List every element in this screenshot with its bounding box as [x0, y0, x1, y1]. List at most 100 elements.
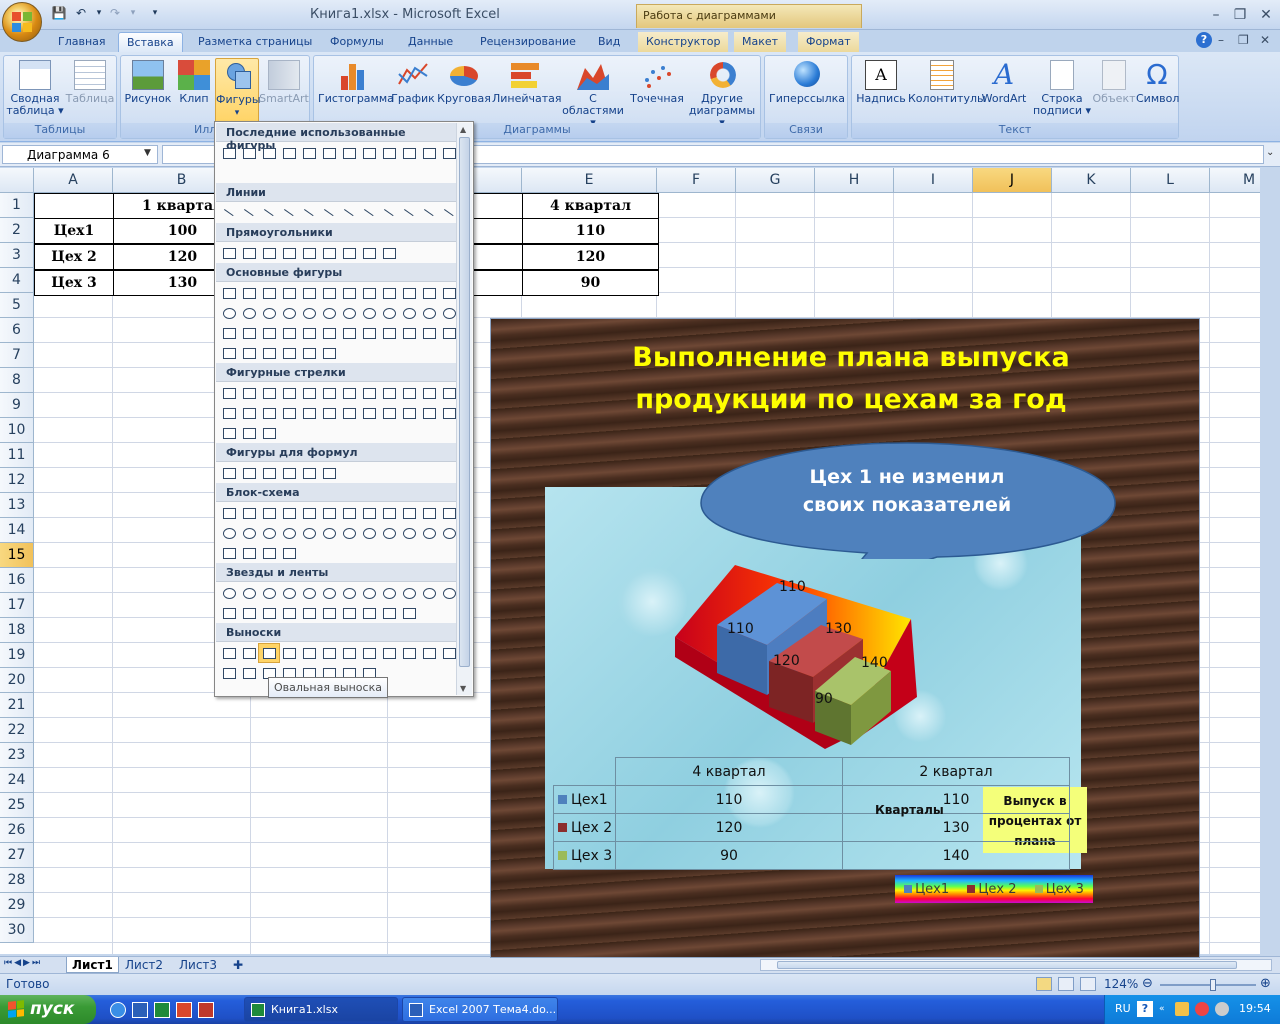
shape-option-icon[interactable] [359, 604, 379, 622]
shape-option-icon[interactable] [319, 404, 339, 422]
shape-option-icon[interactable] [419, 204, 439, 222]
shape-option-icon[interactable] [359, 644, 379, 662]
select-all-corner[interactable] [0, 168, 34, 193]
shape-option-icon[interactable] [359, 284, 379, 302]
shape-option-icon[interactable] [339, 584, 359, 602]
name-box-dropdown-icon[interactable]: ▼ [144, 148, 151, 158]
zoom-in-icon[interactable]: ⊕ [1260, 976, 1271, 991]
shape-option-icon[interactable] [339, 604, 359, 622]
ribbon-minimize-icon[interactable]: – [1218, 33, 1224, 47]
shape-option-icon[interactable] [359, 524, 379, 542]
tab-review[interactable]: Рецензирование [472, 32, 584, 52]
cell-e1[interactable]: 4 квартал [522, 193, 659, 219]
shape-option-icon[interactable] [399, 384, 419, 402]
shape-option-icon[interactable] [399, 304, 419, 322]
shape-option-icon[interactable] [279, 384, 299, 402]
shape-option-icon[interactable] [419, 524, 439, 542]
cell-a1[interactable] [34, 193, 114, 219]
shape-option-icon[interactable] [339, 644, 359, 662]
shape-option-icon[interactable] [219, 204, 239, 222]
sheet-tab-3[interactable]: Лист3 [174, 957, 222, 973]
tab-layout[interactable]: Макет [734, 32, 787, 52]
shape-option-icon[interactable] [279, 544, 299, 562]
shape-option-icon[interactable] [259, 584, 279, 602]
row-header-21[interactable]: 21 [0, 693, 34, 718]
hyperlink-button[interactable]: Гиперссылка [769, 58, 845, 120]
formula-expand-icon[interactable]: ⌄ [1266, 147, 1274, 158]
shape-option-icon[interactable] [219, 284, 239, 302]
shape-option-icon[interactable] [279, 284, 299, 302]
shape-option-icon[interactable] [319, 524, 339, 542]
column-header-F[interactable]: F [657, 168, 736, 193]
shape-option-icon[interactable] [279, 464, 299, 482]
shape-option-icon[interactable] [219, 424, 239, 442]
shape-option-icon[interactable] [279, 604, 299, 622]
bar-data-label[interactable]: 110 [727, 621, 754, 637]
shape-option-icon[interactable] [299, 464, 319, 482]
shape-option-icon[interactable] [239, 464, 259, 482]
start-button[interactable]: пуск [0, 995, 96, 1024]
column-header-K[interactable]: K [1052, 168, 1131, 193]
row-header-19[interactable]: 19 [0, 643, 34, 668]
shape-option-icon[interactable] [259, 404, 279, 422]
shape-option-icon[interactable] [299, 604, 319, 622]
shape-option-icon[interactable] [319, 344, 339, 362]
row-header-23[interactable]: 23 [0, 743, 34, 768]
smartart-button[interactable]: SmartArt [259, 58, 309, 120]
shape-option-icon[interactable] [239, 204, 259, 222]
bar-data-label[interactable]: 110 [779, 579, 806, 595]
shape-option-icon[interactable] [299, 524, 319, 542]
tab-home[interactable]: Главная [50, 32, 114, 52]
undo-icon[interactable]: ↶ [72, 5, 90, 21]
bar-chart-button[interactable]: Линейчатая [492, 58, 562, 120]
shape-option-icon[interactable] [399, 504, 419, 522]
shape-option-icon[interactable] [379, 604, 399, 622]
tab-formulas[interactable]: Формулы [322, 32, 392, 52]
shape-option-icon[interactable] [419, 584, 439, 602]
row-header-28[interactable]: 28 [0, 868, 34, 893]
shape-option-icon[interactable] [239, 644, 259, 662]
shapes-scrollbar[interactable]: ▲ ▼ [456, 123, 472, 695]
tab-page-layout[interactable]: Разметка страницы [190, 32, 320, 52]
shape-option-icon[interactable] [239, 504, 259, 522]
shape-option-icon[interactable] [359, 384, 379, 402]
shape-option-icon[interactable] [339, 404, 359, 422]
shape-option-icon[interactable] [299, 644, 319, 662]
cell-e-2[interactable]: 120 [522, 244, 659, 270]
scroll-thumb[interactable] [459, 137, 470, 667]
shape-option-icon[interactable] [339, 284, 359, 302]
cell-name-2[interactable]: Цех 2 [34, 244, 114, 270]
shape-option-icon[interactable] [319, 384, 339, 402]
shape-option-icon[interactable] [379, 644, 399, 662]
shape-option-icon[interactable] [319, 144, 339, 162]
name-box[interactable]: Диаграмма 6 [2, 145, 158, 164]
powerpoint-quicklaunch-icon[interactable] [176, 1002, 192, 1018]
shape-option-icon[interactable] [379, 244, 399, 262]
shape-option-icon[interactable] [259, 344, 279, 362]
scatter-chart-button[interactable]: Точечная [626, 58, 688, 120]
shape-option-icon[interactable] [339, 144, 359, 162]
taskbar-item-word[interactable]: Excel 2007 Тема4.do... [402, 997, 558, 1022]
shape-option-icon[interactable] [299, 324, 319, 342]
row-header-16[interactable]: 16 [0, 568, 34, 593]
chart-area[interactable]: Выполнение плана выпуска продукции по це… [490, 318, 1200, 958]
row-header-27[interactable]: 27 [0, 843, 34, 868]
other-charts-button[interactable]: Другие диаграммы ▾ [688, 58, 756, 129]
row-header-30[interactable]: 30 [0, 918, 34, 943]
shape-option-icon[interactable] [239, 584, 259, 602]
shape-option-icon[interactable] [359, 204, 379, 222]
row-header-5[interactable]: 5 [0, 293, 34, 318]
ribbon-restore-icon[interactable]: ❐ [1238, 33, 1249, 47]
shape-option-icon[interactable] [359, 504, 379, 522]
shape-option-icon[interactable] [279, 644, 299, 662]
shape-option-icon[interactable] [379, 304, 399, 322]
shape-option-icon[interactable] [259, 244, 279, 262]
close-button[interactable]: ✕ [1254, 6, 1278, 24]
pie-chart-button[interactable]: Круговая [436, 58, 492, 120]
help-tray-icon[interactable]: ? [1137, 1001, 1153, 1017]
legend-entry[interactable]: Цех 2 [967, 882, 1017, 897]
row-header-22[interactable]: 22 [0, 718, 34, 743]
shape-option-icon[interactable] [399, 284, 419, 302]
table-button[interactable]: Таблица [64, 58, 116, 120]
tab-format[interactable]: Формат [798, 32, 859, 52]
